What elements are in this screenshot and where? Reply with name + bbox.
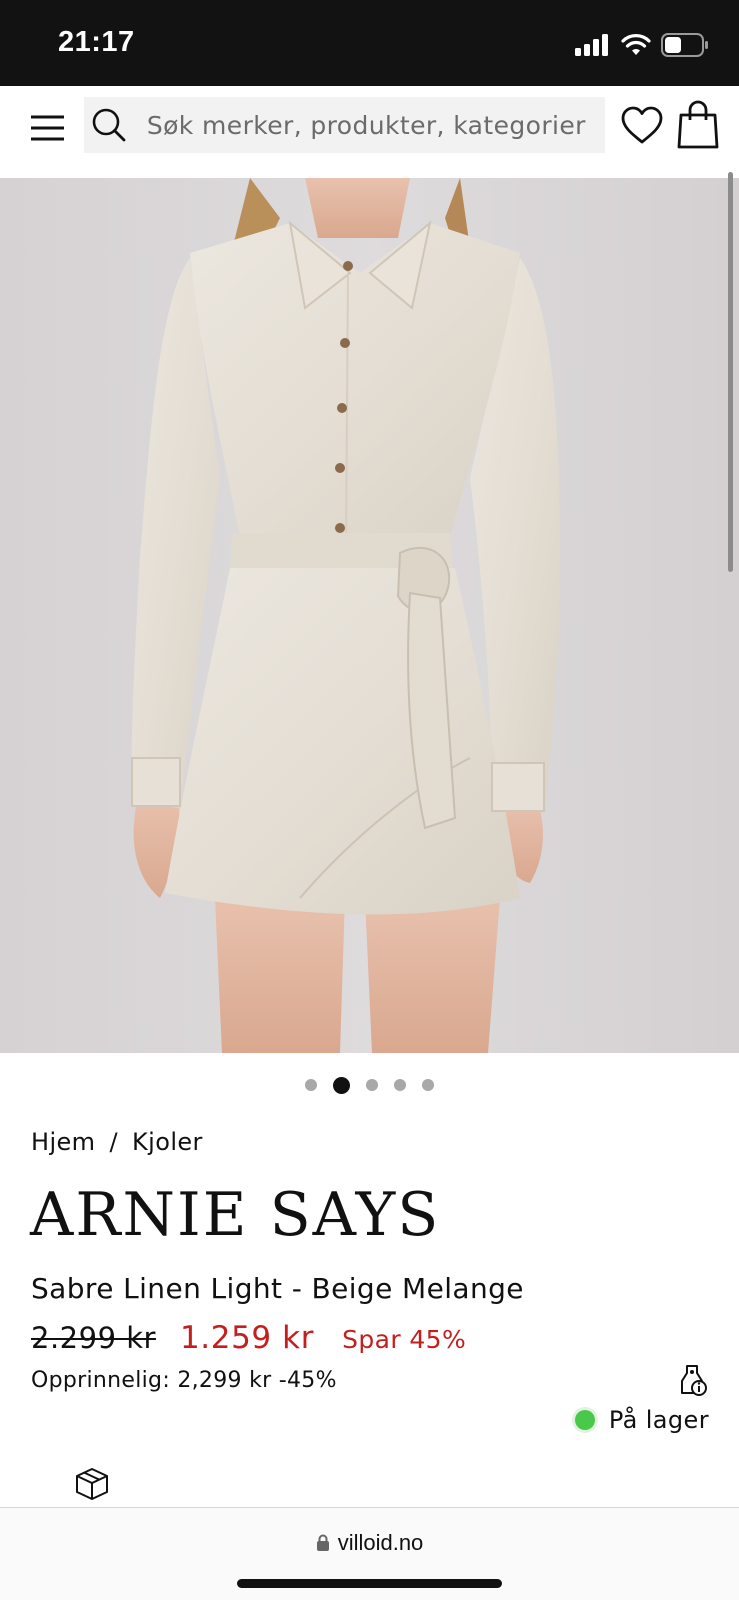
price-info-button[interactable]: [678, 1364, 708, 1396]
cellular-signal-icon: [575, 34, 608, 56]
home-indicator[interactable]: [237, 1579, 502, 1588]
page-scrollbar[interactable]: [728, 172, 733, 572]
stock-status-label: På lager: [608, 1406, 709, 1434]
browser-address-bar: villoid.no: [0, 1507, 739, 1600]
url-field[interactable]: villoid.no: [0, 1530, 739, 1556]
product-name: Sabre Linen Light - Beige Melange: [31, 1272, 524, 1305]
price-tag-info-icon: [681, 1365, 707, 1396]
image-carousel-dots: [0, 1075, 739, 1095]
wifi-icon: [621, 34, 651, 55]
carousel-dot-1[interactable]: [305, 1079, 317, 1091]
dress-photo: [131, 178, 560, 1053]
carousel-dot-2-active[interactable]: [333, 1076, 350, 1094]
breadcrumb: Hjem / Kjoler: [31, 1128, 203, 1156]
carousel-dot-5[interactable]: [422, 1079, 434, 1091]
discount-label: Spar 45%: [342, 1325, 467, 1354]
lock-icon: [316, 1534, 329, 1551]
wishlist-button[interactable]: [620, 104, 664, 148]
original-price-note: Opprinnelig: 2,299 kr -45%: [31, 1368, 337, 1393]
original-price: 2.299 kr: [31, 1321, 156, 1355]
search-icon[interactable]: [89, 105, 129, 145]
in-stock-indicator: [574, 1410, 595, 1430]
heart-icon: [621, 106, 663, 144]
cart-button[interactable]: [676, 100, 720, 150]
carousel-dot-3[interactable]: [366, 1079, 378, 1091]
url-text: villoid.no: [337, 1530, 424, 1555]
shopping-bag-icon: [677, 100, 719, 149]
menu-button[interactable]: [28, 108, 68, 148]
breadcrumb-separator: /: [109, 1128, 118, 1156]
battery-icon: [661, 33, 708, 57]
brand-name[interactable]: ARNIE SAYS: [30, 1180, 440, 1250]
site-header: [0, 86, 739, 178]
product-image[interactable]: [0, 178, 739, 1053]
status-bar: 21:17: [0, 0, 739, 86]
hamburger-menu-icon: [31, 115, 64, 141]
sale-price: 1.259 kr: [179, 1320, 315, 1356]
stock-status: På lager: [574, 1406, 709, 1434]
search-box[interactable]: [84, 97, 605, 153]
status-icons: [575, 30, 709, 60]
status-time: 21:17: [58, 26, 135, 58]
breadcrumb-home-link[interactable]: Hjem: [31, 1128, 95, 1156]
price-row: 2.299 kr 1.259 kr Spar 45%: [31, 1320, 466, 1356]
carousel-dot-4[interactable]: [394, 1079, 406, 1091]
search-input[interactable]: [146, 110, 605, 140]
breadcrumb-category-link[interactable]: Kjoler: [132, 1128, 203, 1156]
shipping-box-icon: [74, 1466, 110, 1502]
